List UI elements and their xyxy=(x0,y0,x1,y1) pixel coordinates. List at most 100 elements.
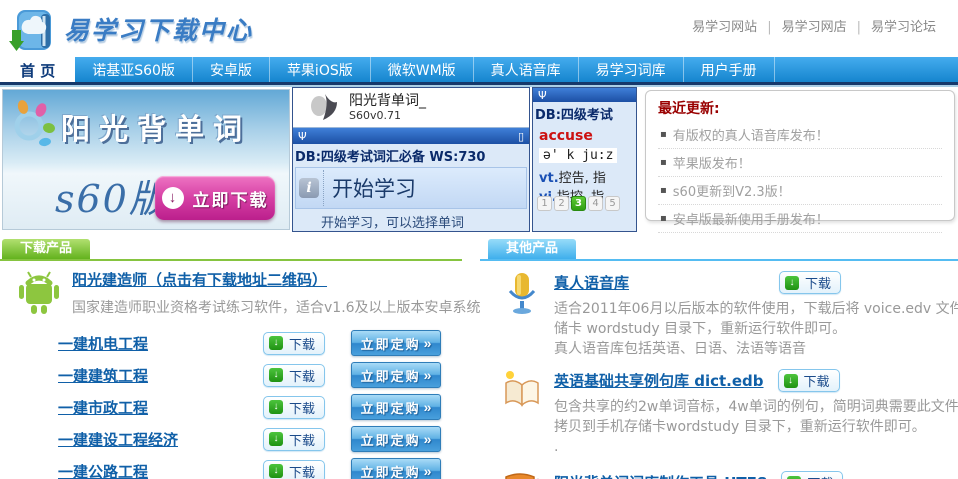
info-icon: i xyxy=(299,178,319,198)
download-products-column: 下载产品 阳光建造师（点击有下载地址二维码） 国家建造师职业资格考试练习软件，适… xyxy=(0,239,462,479)
download-row: 一建建设工程经济 ↓下载 立即定购» xyxy=(58,423,462,455)
download-button[interactable]: ↓下载 xyxy=(263,428,325,451)
download-products-tabbar: 下载产品 xyxy=(0,239,462,261)
other-product-title-row: 真人语音库 ↓下载 xyxy=(554,271,958,294)
order-arrow-icon: » xyxy=(424,399,432,415)
banner-subtitle: s60版 xyxy=(55,168,169,223)
download-arrow-icon: ↓ xyxy=(785,276,799,290)
order-button[interactable]: 立即定购» xyxy=(351,458,441,479)
order-arrow-icon: » xyxy=(424,431,432,447)
product-link[interactable]: 一建机电工程 xyxy=(58,333,263,354)
download-button[interactable]: ↓下载 xyxy=(263,396,325,419)
bullet-icon: ▪ xyxy=(660,213,667,224)
download-arrow-icon: ↓ xyxy=(787,476,801,479)
other-product-link[interactable]: 真人语音库 xyxy=(554,272,629,293)
product-link[interactable]: 一建公路工程 xyxy=(58,461,263,479)
download-button[interactable]: ↓下载 xyxy=(781,471,843,479)
product-link[interactable]: 一建建设工程经济 xyxy=(58,429,263,450)
other-products-tabbar: 其他产品 xyxy=(480,239,958,261)
product-title-link[interactable]: 阳光建造师（点击有下载地址二维码） xyxy=(72,269,481,290)
nav-item-android[interactable]: 安卓版 xyxy=(193,57,270,82)
top-links: 易学习网站|易学习网店|易学习论坛 xyxy=(682,16,946,35)
download-button[interactable]: ↓下载 xyxy=(779,271,841,294)
download-arrow-icon: ↓ xyxy=(269,400,283,414)
download-button[interactable]: ↓下载 xyxy=(778,369,840,392)
download-row: 一建市政工程 ↓下载 立即定购» xyxy=(58,391,462,423)
main-nav: 首 页 诺基亚S60版 安卓版 苹果iOS版 微软WM版 真人语音库 易学习词库… xyxy=(0,57,958,85)
nav-item-home[interactable]: 首 页 xyxy=(0,57,75,82)
nav-item-wm[interactable]: 微软WM版 xyxy=(371,57,474,82)
page-number[interactable]: 5 xyxy=(605,196,620,211)
link-website[interactable]: 易学习网站 xyxy=(692,20,757,35)
nav-item-voice[interactable]: 真人语音库 xyxy=(474,57,579,82)
order-button[interactable]: 立即定购» xyxy=(351,394,441,420)
update-item[interactable]: ▪ 苹果版发布！ xyxy=(658,149,942,177)
link-shop[interactable]: 易学习网店 xyxy=(782,20,847,35)
product-header: 阳光建造师（点击有下载地址二维码） 国家建造师职业资格考试练习软件，适合v1.6… xyxy=(0,269,462,317)
nav-item-ios[interactable]: 苹果iOS版 xyxy=(270,57,371,82)
antenna-icon: Ψ xyxy=(538,89,547,102)
tab-download-products[interactable]: 下载产品 xyxy=(2,239,90,259)
other-product-item: 阳光背单词词库制作工具 UTF8 ↓下载 xyxy=(502,471,958,479)
download-arrow-icon: ↓ xyxy=(269,336,283,350)
other-product-link[interactable]: 英语基础共享例句库 dict.edb xyxy=(554,370,764,391)
order-button[interactable]: 立即定购» xyxy=(351,426,441,452)
download-button[interactable]: ↓下载 xyxy=(263,332,325,355)
other-product-desc: 包含共享的约2w单词音标，4w单词的例句，简明词典需要此文件，下 拷贝到手机存储… xyxy=(554,397,958,457)
site-logo[interactable]: 易学习下载中心 xyxy=(8,4,253,54)
download-button[interactable]: ↓下载 xyxy=(263,460,325,479)
order-arrow-icon: » xyxy=(424,367,432,383)
microphone-icon xyxy=(502,271,542,315)
promo-section: 阳光背单词 s60版 ↓ 立即下载 阳光背单词_ S60v0.71 Ψ ▯ DB… xyxy=(0,87,958,239)
recent-updates-box: 最近更新: ▪ 有版权的真人语音库发布！ ▪ 苹果版发布！ ▪ s60更新到V2… xyxy=(645,90,955,221)
backpack-download-icon xyxy=(8,4,58,54)
db-info-line: DB:四级考试 xyxy=(533,102,636,124)
recent-updates-title: 最近更新: xyxy=(658,98,942,118)
download-arrow-icon: ↓ xyxy=(784,374,798,388)
app-screenshot-2: Ψ DB:四级考试 accuse ə' k ju:z vt.控告, 指 vi.指… xyxy=(532,87,637,232)
page-number[interactable]: 2 xyxy=(554,196,569,211)
bullet-icon: ▪ xyxy=(660,129,667,140)
order-button[interactable]: 立即定购» xyxy=(351,330,441,356)
update-item[interactable]: ▪ s60更新到V2.3版！ xyxy=(658,177,942,205)
menu-row-start-learning[interactable]: i 开始学习 xyxy=(295,167,527,209)
page-number[interactable]: 4 xyxy=(588,196,603,211)
vocabulary-word: accuse xyxy=(533,124,636,144)
page-number[interactable]: 1 xyxy=(537,196,552,211)
phonetic-text: ə' k ju:z xyxy=(539,148,617,163)
other-product-item: 英语基础共享例句库 dict.edb ↓下载 包含共享的约2w单词音标，4w单词… xyxy=(502,369,958,457)
product-link[interactable]: 一建市政工程 xyxy=(58,397,263,418)
other-product-desc: 适合2011年06月以后版本的软件使用，下载后将 voice.edv 文件拷 储… xyxy=(554,299,958,359)
download-arrow-icon: ↓ xyxy=(269,464,283,478)
download-arrow-icon: ↓ xyxy=(269,432,283,446)
link-separator: | xyxy=(767,20,771,35)
app-logo-icon xyxy=(307,92,341,124)
blue-tab-underline xyxy=(480,259,958,261)
other-product-link[interactable]: 阳光背单词词库制作工具 UTF8 xyxy=(554,472,767,479)
order-button[interactable]: 立即定购» xyxy=(351,362,441,388)
promo-banner[interactable]: 阳光背单词 s60版 ↓ 立即下载 xyxy=(2,89,290,230)
app-screenshot-1: 阳光背单词_ S60v0.71 Ψ ▯ DB:四级考试词汇必备 WS:730 i… xyxy=(292,87,530,232)
update-item[interactable]: ▪ 安卓版最新使用手册发布！ xyxy=(658,205,942,233)
app-title: 阳光背单词_ xyxy=(349,94,426,109)
page-number-active[interactable]: 3 xyxy=(571,196,586,211)
order-arrow-icon: » xyxy=(424,335,432,351)
tab-other-products[interactable]: 其他产品 xyxy=(488,239,576,259)
other-product-title-row: 阳光背单词词库制作工具 UTF8 ↓下载 xyxy=(554,471,843,479)
nav-item-s60[interactable]: 诺基亚S60版 xyxy=(75,57,193,82)
link-forum[interactable]: 易学习论坛 xyxy=(871,20,936,35)
update-item[interactable]: ▪ 有版权的真人语音库发布！ xyxy=(658,121,942,149)
download-row: 一建建筑工程 ↓下载 立即定购» xyxy=(58,359,462,391)
android-robot-icon xyxy=(16,269,62,315)
download-arrow-icon: ↓ xyxy=(269,368,283,382)
menu-separator xyxy=(323,170,324,206)
nav-item-manual[interactable]: 用户手册 xyxy=(684,57,775,82)
product-link[interactable]: 一建建筑工程 xyxy=(58,365,263,386)
download-row: 一建公路工程 ↓下载 立即定购» xyxy=(58,455,462,479)
open-book-icon xyxy=(502,369,542,409)
site-header: 易学习下载中心 易学习网站|易学习网店|易学习论坛 xyxy=(0,0,958,57)
download-button[interactable]: ↓下载 xyxy=(263,364,325,387)
banner-download-button[interactable]: ↓ 立即下载 xyxy=(155,176,275,220)
nav-item-dict[interactable]: 易学习词库 xyxy=(579,57,684,82)
other-products-column: 其他产品 真人语音库 ↓下载 适合2011年06月以后版本的软件使用，下载后将 … xyxy=(480,239,958,479)
